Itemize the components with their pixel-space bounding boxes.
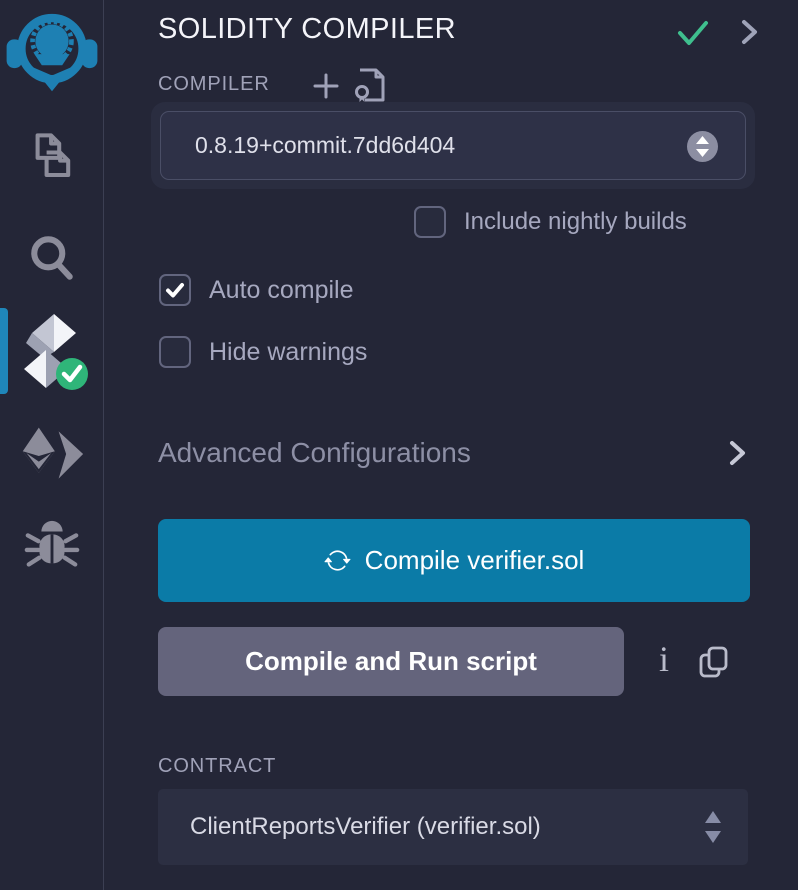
- compiler-version-value: 0.8.19+commit.7dd6d404: [195, 132, 455, 159]
- info-icon[interactable]: i: [650, 638, 678, 680]
- auto-compile-checkbox[interactable]: [159, 274, 191, 306]
- auto-compile-row: Auto compile: [159, 274, 354, 306]
- compile-success-check-icon: [676, 18, 710, 53]
- sidebar-item-search[interactable]: [0, 230, 104, 286]
- remix-logo[interactable]: [0, 6, 104, 94]
- solidity-compiler-panel: SOLIDITY COMPILER COMPILER 0.8.19+commit…: [0, 0, 798, 890]
- hide-warnings-label: Hide warnings: [209, 338, 367, 367]
- version-select-stepper-icon: [687, 131, 718, 162]
- file-explorer-icon: [25, 130, 79, 184]
- include-nightly-row: Include nightly builds: [414, 206, 687, 238]
- sidebar-item-deploy-and-run[interactable]: [0, 424, 104, 486]
- contract-select-caret-icon: [702, 808, 724, 851]
- compile-and-run-button[interactable]: Compile and Run script: [158, 627, 624, 696]
- contract-section-label: CONTRACT: [158, 755, 276, 778]
- compiler-version-wrap: 0.8.19+commit.7dd6d404: [151, 102, 755, 189]
- page-title: SOLIDITY COMPILER: [158, 13, 456, 46]
- compile-and-run-label: Compile and Run script: [245, 646, 537, 677]
- contract-select[interactable]: ClientReportsVerifier (verifier.sol): [158, 789, 748, 865]
- debugger-icon: [23, 518, 81, 576]
- include-nightly-label: Include nightly builds: [464, 208, 687, 236]
- auto-compile-label: Auto compile: [209, 276, 354, 305]
- advanced-configurations-label: Advanced Configurations: [158, 437, 471, 469]
- compile-button[interactable]: Compile verifier.sol: [158, 519, 750, 602]
- copy-icon[interactable]: [698, 645, 730, 684]
- solidity-compiler-icon: [14, 312, 90, 394]
- deploy-and-run-icon: [19, 424, 85, 486]
- icon-rail: [0, 0, 104, 890]
- advanced-configurations-toggle[interactable]: Advanced Configurations: [158, 436, 750, 470]
- search-icon: [24, 230, 80, 286]
- compiler-version-select[interactable]: 0.8.19+commit.7dd6d404: [160, 111, 746, 180]
- remix-logo-icon: [4, 6, 100, 94]
- collapse-panel-chevron-icon[interactable]: [737, 16, 761, 53]
- sidebar-item-debugger[interactable]: [0, 518, 104, 576]
- sidebar-item-solidity-compiler[interactable]: [0, 312, 104, 394]
- refresh-icon: [324, 547, 351, 574]
- advanced-chevron-right-icon: [724, 436, 750, 470]
- compiler-section-label: COMPILER: [158, 73, 270, 96]
- contract-selected-value: ClientReportsVerifier (verifier.sol): [190, 813, 541, 841]
- compile-button-label: Compile verifier.sol: [365, 545, 585, 576]
- include-nightly-checkbox[interactable]: [414, 206, 446, 238]
- hide-warnings-row: Hide warnings: [159, 336, 367, 368]
- sidebar-item-file-explorer[interactable]: [0, 130, 104, 184]
- hide-warnings-checkbox[interactable]: [159, 336, 191, 368]
